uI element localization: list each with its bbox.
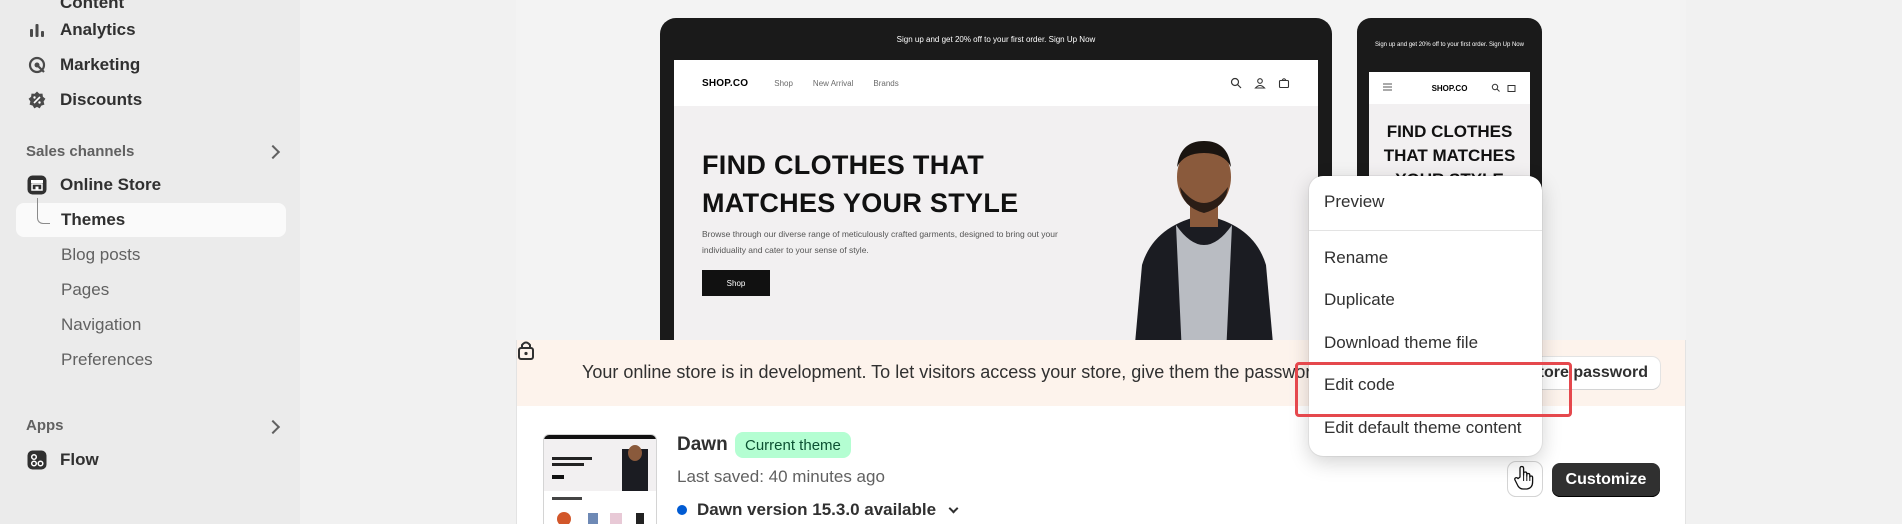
menu-divider: [1309, 230, 1542, 231]
update-dot-icon: [677, 505, 687, 515]
customize-button[interactable]: Customize: [1552, 463, 1660, 497]
theme-version-label: Dawn version 15.3.0 available: [697, 500, 937, 519]
theme-version-update[interactable]: Dawn version 15.3.0 available: [677, 500, 959, 520]
mobile-promo-bar: Sign up and get 20% off to your first or…: [1375, 42, 1524, 48]
apps-label: Apps: [26, 417, 64, 434]
search-icon: [1230, 77, 1242, 89]
hero-shop-button: Shop: [702, 270, 770, 296]
account-icon: [1254, 77, 1266, 89]
discount-icon: [26, 89, 48, 111]
menu-item-download-theme-file[interactable]: Download theme file: [1324, 333, 1478, 353]
edit-code-highlight-box: [1295, 362, 1572, 417]
mobile-store-logo: SHOP.CO: [1431, 83, 1468, 93]
hand-pointer-cursor-icon: [1513, 465, 1535, 496]
sidebar: Content Analytics Marketing Discounts Sa…: [0, 0, 300, 524]
sidebar-item-themes-active-bg: [16, 203, 286, 237]
hero-title: FIND CLOTHES THAT MATCHES YOUR STYLE: [702, 150, 1019, 218]
target-icon: [26, 54, 48, 76]
sidebar-item-flow[interactable]: Flow: [26, 445, 99, 475]
sidebar-item-label: Content: [60, 0, 125, 12]
bar-chart-icon: [26, 19, 48, 41]
cart-icon: [1278, 77, 1290, 89]
sales-channels-label: Sales channels: [26, 143, 135, 160]
sidebar-item-label: Flow: [60, 450, 99, 469]
development-notice-text: Your online store is in development. To …: [582, 362, 1327, 382]
theme-thumbnail[interactable]: [543, 434, 657, 524]
hero-description: Browse through our diverse range of meti…: [702, 229, 1058, 255]
sidebar-item-label: Discounts: [60, 90, 143, 109]
sidebar-item-blog-posts[interactable]: Blog posts: [61, 245, 140, 265]
sidebar-item-discounts[interactable]: Discounts: [26, 85, 142, 115]
current-theme-badge: Current theme: [735, 432, 851, 458]
content-icon: [26, 0, 48, 14]
nav-link-shop: Shop: [774, 78, 793, 88]
sidebar-item-online-store[interactable]: Online Store: [26, 170, 161, 200]
sidebar-item-label: Online Store: [60, 175, 162, 194]
mobile-search-icon: [1491, 83, 1500, 94]
desktop-screen: SHOP.CO Shop New Arrival Brands FIND CLO…: [674, 60, 1318, 340]
sidebar-item-marketing[interactable]: Marketing: [26, 50, 140, 80]
lock-icon: [517, 340, 535, 365]
model-photo: [1135, 141, 1273, 340]
sidebar-item-preferences[interactable]: Preferences: [61, 350, 153, 370]
chevron-down-icon: [948, 503, 959, 513]
desktop-promo-bar: Sign up and get 20% off to your first or…: [896, 34, 1096, 44]
mobile-nav: SHOP.CO: [1369, 72, 1530, 104]
sidebar-item-themes[interactable]: Themes: [61, 210, 125, 230]
sidebar-item-analytics[interactable]: Analytics: [26, 15, 136, 45]
apps-expand-icon[interactable]: [265, 419, 281, 435]
nav-link-new-arrival: New Arrival: [812, 78, 854, 88]
sidebar-item-pages[interactable]: Pages: [61, 280, 109, 300]
sales-channels-expand-icon[interactable]: [265, 144, 281, 160]
hamburger-menu-icon: [1383, 83, 1392, 93]
sidebar-item-navigation[interactable]: Navigation: [61, 315, 141, 335]
menu-item-rename[interactable]: Rename: [1324, 248, 1388, 268]
nav-link-brands: Brands: [873, 78, 899, 88]
mobile-cart-icon: [1507, 83, 1516, 94]
desktop-preview: Sign up and get 20% off to your first or…: [660, 18, 1332, 340]
last-saved-text: Last saved: 40 minutes ago: [677, 467, 885, 486]
menu-item-duplicate[interactable]: Duplicate: [1324, 290, 1395, 310]
store-logo: SHOP.CO: [702, 77, 749, 89]
store-icon: [26, 174, 48, 196]
menu-item-preview[interactable]: Preview: [1324, 192, 1384, 212]
tree-connector: [37, 198, 50, 224]
theme-name: Dawn: [677, 434, 728, 455]
sidebar-item-label: Analytics: [60, 20, 136, 39]
menu-item-edit-default-theme-content[interactable]: Edit default theme content: [1324, 418, 1522, 438]
desktop-nav: SHOP.CO Shop New Arrival Brands: [674, 60, 1318, 106]
flow-icon: [26, 449, 48, 471]
sidebar-item-label: Marketing: [60, 55, 141, 74]
